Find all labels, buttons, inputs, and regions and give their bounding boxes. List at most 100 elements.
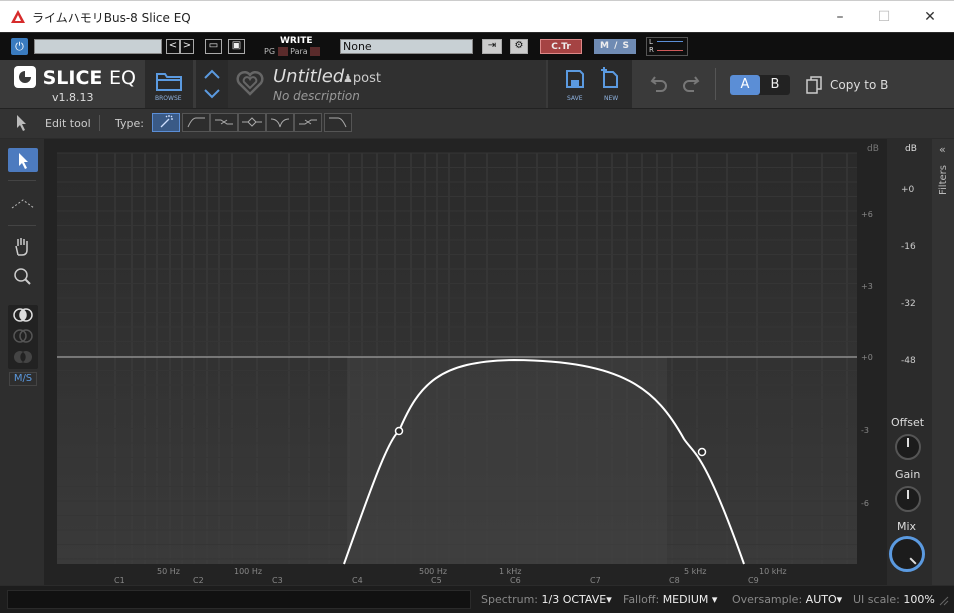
- prev-icon[interactable]: <: [166, 39, 180, 54]
- type-auto-button[interactable]: [152, 113, 180, 132]
- note-tick-label: C8: [669, 576, 680, 585]
- preset-down-icon[interactable]: [203, 88, 221, 100]
- hand-icon: [15, 238, 28, 256]
- db-axis-unit: dB: [867, 144, 879, 154]
- type-lowcut-button[interactable]: [182, 113, 210, 132]
- freq-tick-label: 10 kHz: [759, 567, 787, 576]
- right-panel: dB +0 -16 -32 -48 Offset Gain Mix: [887, 139, 932, 585]
- side-mode-button[interactable]: [8, 348, 38, 367]
- gain-knob[interactable]: [895, 486, 921, 512]
- user-icon: ♟: [343, 72, 353, 85]
- host-save-icon[interactable]: ▣: [228, 39, 245, 54]
- preset-up-icon[interactable]: [203, 68, 221, 80]
- plugin-logo: SLICE EQ: [14, 66, 136, 89]
- heart-icon[interactable]: [236, 70, 264, 96]
- stereo-mode-button[interactable]: [8, 306, 38, 325]
- note-tick-label: C1: [114, 576, 125, 585]
- db-tick-label: +0: [861, 353, 873, 362]
- new-preset-icon[interactable]: [600, 67, 620, 89]
- offset-label: Offset: [891, 416, 925, 429]
- close-button[interactable]: ✕: [920, 7, 940, 27]
- copy-icon[interactable]: [806, 76, 822, 94]
- db-tick-label: +6: [861, 210, 873, 219]
- next-icon[interactable]: >: [180, 39, 194, 54]
- host-preset-field[interactable]: [34, 39, 162, 54]
- pointer-icon: [17, 115, 26, 131]
- preset-author: ♟post: [343, 71, 381, 86]
- pan-tool[interactable]: [8, 234, 38, 258]
- ms-toggle[interactable]: M/S: [9, 372, 37, 386]
- spectrum-tick-label: -48: [901, 356, 916, 366]
- eq-graph[interactable]: dB +6 +3 +0 -3 -6 50 Hz 100 Hz 500 Hz 1 kHz 5 kH…: [44, 139, 887, 585]
- db-tick-label: +3: [861, 282, 873, 291]
- power-icon[interactable]: ⏻: [11, 38, 28, 55]
- freq-tick-label: 50 Hz: [157, 567, 180, 576]
- save-new-group: [548, 60, 632, 108]
- folder-icon: [156, 73, 182, 91]
- eq-plot[interactable]: dB +6 +3 +0 -3 -6 50 Hz 100 Hz 500 Hz 1 kHz 5 kH…: [44, 139, 887, 585]
- mid-icon: [13, 329, 33, 343]
- edit-tool-button[interactable]: [8, 148, 38, 172]
- filters-tab[interactable]: « Filters: [932, 139, 954, 585]
- preset-description: No description: [273, 89, 360, 103]
- type-lowshelf-button[interactable]: [210, 113, 238, 132]
- save-icon[interactable]: [565, 69, 585, 89]
- ui-scale-setting[interactable]: UI scale: 100%: [853, 593, 935, 606]
- host-param-select[interactable]: None: [340, 39, 473, 54]
- low-cut-icon: [187, 117, 205, 128]
- open-folder-icon[interactable]: ▭: [205, 39, 222, 54]
- stereo-icon: [13, 308, 33, 322]
- insert-icon[interactable]: ⇥: [482, 39, 502, 54]
- type-highcut-button[interactable]: [324, 113, 352, 132]
- b-button[interactable]: B: [760, 75, 790, 95]
- oversample-setting[interactable]: Oversample: AUTO▾: [732, 593, 842, 606]
- mid-mode-button[interactable]: [8, 327, 38, 346]
- settings-gear-icon[interactable]: ⚙: [510, 39, 528, 54]
- note-tick-label: C3: [272, 576, 283, 585]
- note-tick-label: C7: [590, 576, 601, 585]
- spectrum-tick-label: -32: [901, 299, 916, 309]
- lr-routing-icon[interactable]: L R: [646, 37, 688, 56]
- type-label: Type:: [115, 117, 144, 130]
- spectrum-tick-label: -16: [901, 242, 916, 252]
- mix-label: Mix: [897, 520, 917, 533]
- host-ms-button[interactable]: M / S: [594, 39, 636, 54]
- ctr-button[interactable]: C.Tr: [540, 39, 582, 54]
- browse-label: BROWSE: [155, 95, 182, 102]
- type-highshelf-button[interactable]: [294, 113, 322, 132]
- window-title: ライムハモリBus-8 Slice EQ: [32, 11, 191, 25]
- status-message: [7, 590, 471, 609]
- minimize-button[interactable]: –: [830, 7, 850, 27]
- db-tick-label: -3: [861, 426, 869, 435]
- db-axis: +6 +3 +0 -3 -6: [861, 210, 873, 508]
- a-button[interactable]: A: [730, 75, 760, 95]
- eq-band-node[interactable]: [697, 447, 707, 457]
- copy-to-b-button[interactable]: Copy to B: [830, 78, 888, 92]
- eq-band-node[interactable]: [394, 426, 404, 436]
- db-tick-label: -6: [861, 499, 869, 508]
- offset-knob[interactable]: [895, 434, 921, 460]
- draw-curve-tool[interactable]: [8, 192, 38, 216]
- spectrum-setting[interactable]: Spectrum: 1/3 OCTAVE▾: [481, 593, 612, 606]
- mix-knob[interactable]: [889, 536, 925, 572]
- bell-icon: [242, 117, 262, 127]
- resize-grip-icon[interactable]: [937, 594, 949, 606]
- type-bell-button[interactable]: [238, 113, 266, 132]
- redo-icon[interactable]: [682, 73, 700, 93]
- freq-axis: 50 Hz 100 Hz 500 Hz 1 kHz 5 kHz 10 kHz: [157, 567, 787, 576]
- zoom-tool[interactable]: [8, 265, 38, 289]
- note-tick-label: C4: [352, 576, 363, 585]
- edit-tool-label: Edit tool: [45, 117, 91, 130]
- preset-arrows: [196, 60, 228, 108]
- undo-icon[interactable]: [650, 73, 668, 93]
- maximize-button[interactable]: ☐: [874, 7, 894, 27]
- falloff-setting[interactable]: Falloff: MEDIUM ▾: [623, 593, 717, 606]
- note-tick-label: C5: [431, 576, 442, 585]
- freq-tick-label: 500 Hz: [419, 567, 447, 576]
- note-axis: C1 C2 C3 C4 C5 C6 C7 C8 C9: [114, 576, 759, 585]
- filters-label: Filters: [938, 165, 949, 195]
- preset-name: Untitled: [273, 66, 345, 87]
- magic-wand-icon: [160, 115, 173, 128]
- note-tick-label: C6: [510, 576, 521, 585]
- type-notch-button[interactable]: [266, 113, 294, 132]
